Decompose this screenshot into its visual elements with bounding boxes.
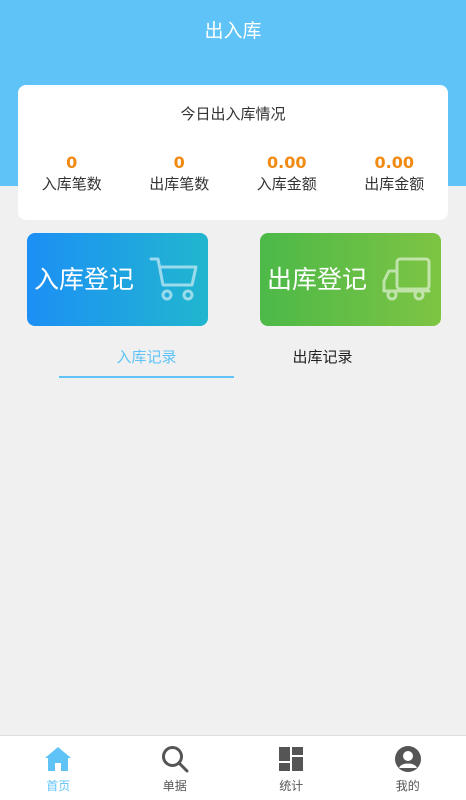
nav-item-statistics[interactable]: 统计 bbox=[233, 736, 350, 800]
stat-value: 0 bbox=[66, 153, 78, 172]
summary-title: 今日出入库情况 bbox=[180, 105, 286, 123]
stock-in-register-label: 入库登记 bbox=[34, 265, 135, 294]
grid-icon bbox=[279, 747, 304, 771]
record-tabs: 入库记录 出库记录 bbox=[0, 340, 466, 380]
stat-label: 入库笔数 bbox=[41, 175, 102, 193]
stock-out-register-button[interactable]: 出库登记 bbox=[260, 233, 441, 326]
stat-label: 出库笔数 bbox=[149, 175, 210, 193]
stat-stock-in-amount: 0.00 入库金额 bbox=[233, 153, 341, 195]
today-summary-card: 今日出入库情况 0 入库笔数 0 出库笔数 0.00 入库金额 0.00 出库金… bbox=[18, 85, 448, 220]
tab-stock-in-records[interactable]: 入库记录 bbox=[59, 340, 234, 378]
nav-item-profile[interactable]: 我的 bbox=[350, 736, 466, 800]
stock-out-register-label: 出库登记 bbox=[267, 265, 368, 294]
search-icon bbox=[161, 746, 189, 773]
stat-stock-out-count: 0 出库笔数 bbox=[126, 153, 234, 195]
truck-icon bbox=[382, 257, 431, 301]
stat-value: 0.00 bbox=[267, 153, 307, 172]
cart-icon bbox=[149, 257, 198, 301]
nav-item-home[interactable]: 首页 bbox=[0, 736, 117, 800]
stat-stock-in-count: 0 入库笔数 bbox=[18, 153, 126, 195]
summary-stats: 0 入库笔数 0 出库笔数 0.00 入库金额 0.00 出库金额 bbox=[18, 153, 448, 195]
stat-value: 0 bbox=[173, 153, 185, 172]
stat-label: 入库金额 bbox=[256, 175, 317, 193]
tab-stock-out-records[interactable]: 出库记录 bbox=[235, 340, 410, 378]
bottom-navigation: 首页 单据 统计 我的 bbox=[0, 735, 466, 800]
page-title: 出入库 bbox=[204, 20, 262, 42]
stock-in-register-button[interactable]: 入库登记 bbox=[27, 233, 208, 326]
nav-label: 单据 bbox=[162, 779, 187, 793]
nav-label: 首页 bbox=[46, 779, 71, 793]
user-icon bbox=[394, 746, 421, 772]
nav-item-documents[interactable]: 单据 bbox=[117, 736, 234, 800]
home-icon bbox=[45, 747, 72, 771]
stat-value: 0.00 bbox=[374, 153, 414, 172]
nav-label: 统计 bbox=[279, 779, 304, 793]
stat-stock-out-amount: 0.00 出库金额 bbox=[341, 153, 449, 195]
nav-label: 我的 bbox=[395, 779, 420, 793]
stat-label: 出库金额 bbox=[364, 175, 425, 193]
